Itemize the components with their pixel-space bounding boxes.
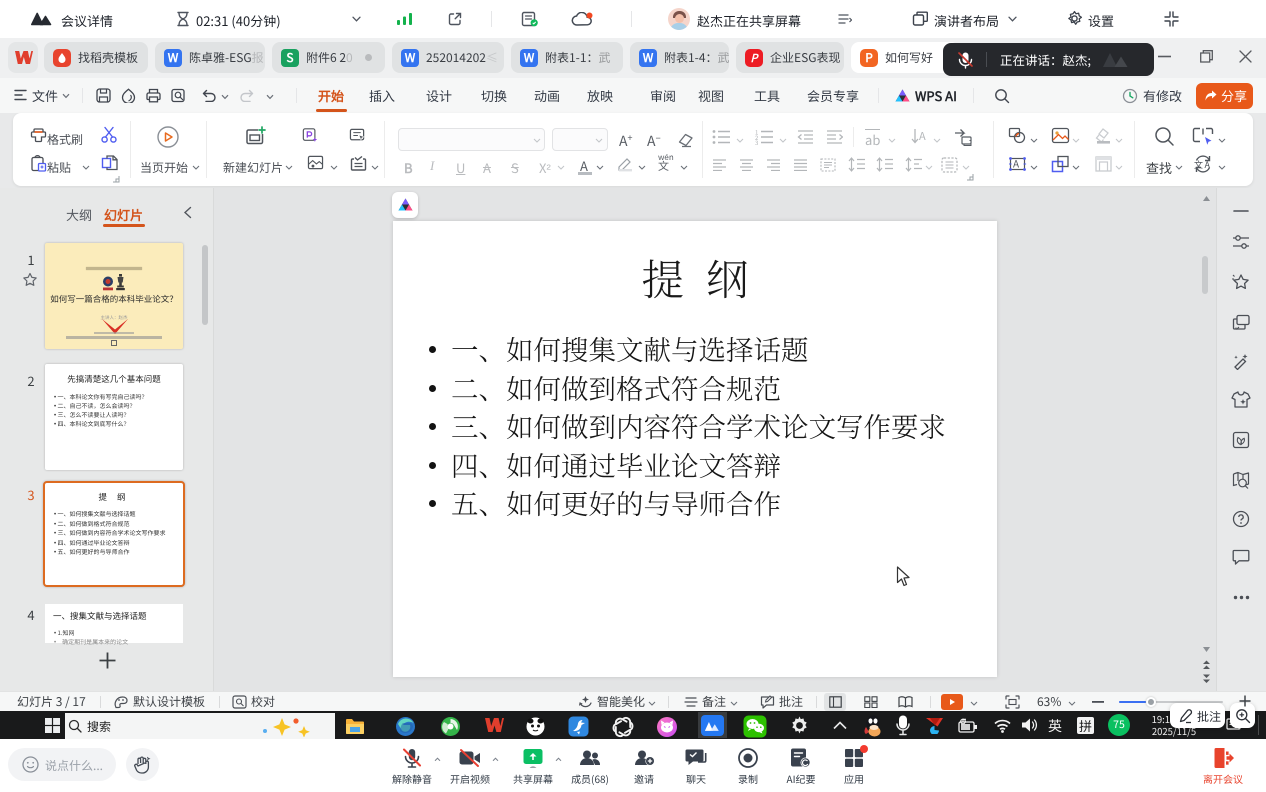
- svg-text:文: 文: [1194, 158, 1203, 171]
- svg-text:A: A: [1205, 158, 1211, 171]
- svg-text:A: A: [919, 128, 926, 144]
- svg-text:3: 3: [755, 138, 758, 145]
- svg-text:A: A: [1013, 156, 1020, 171]
